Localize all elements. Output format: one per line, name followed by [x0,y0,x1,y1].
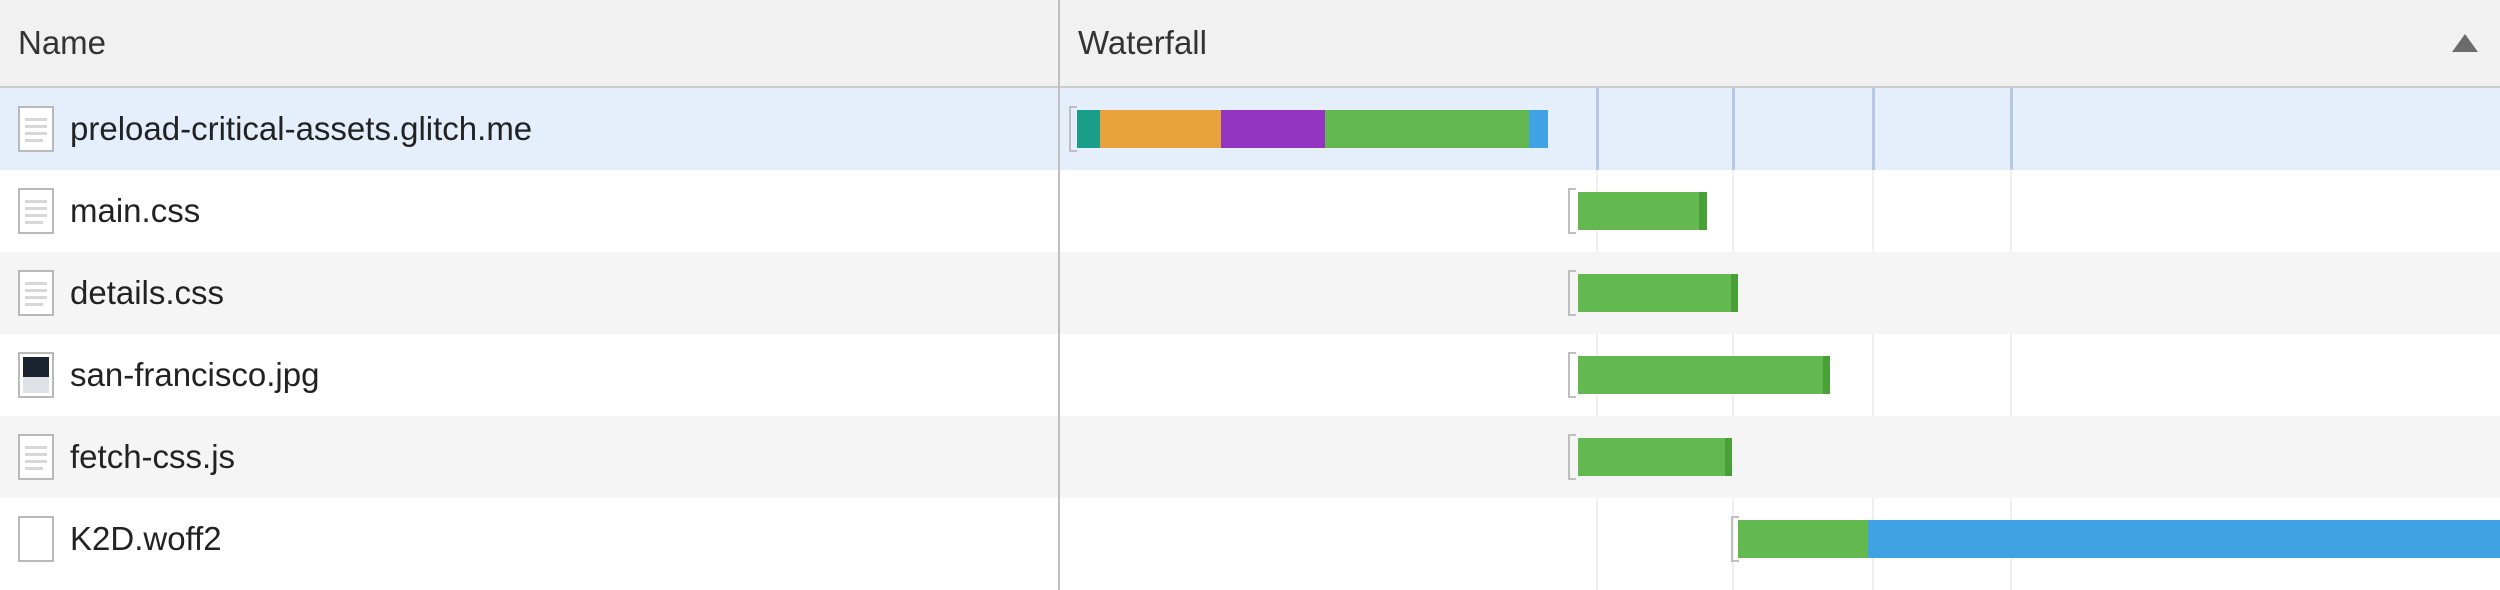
request-name: details.css [70,274,224,312]
gridline [1596,88,1599,170]
network-panel: Name preload-critical-assets.glitch.me ma… [0,0,2500,590]
document-file-icon [18,106,54,152]
document-file-icon [18,270,54,316]
name-column-header[interactable]: Name [0,0,1058,88]
waterfall-body [1060,88,2500,590]
queue-tick-icon [1568,352,1576,398]
timing-segment [1725,438,1732,476]
timing-segment [1100,110,1221,148]
timing-segment [1699,192,1706,230]
image-file-icon [18,352,54,398]
timing-segment [1823,356,1830,394]
queue-tick-icon [1069,106,1077,152]
queue-tick-icon [1568,434,1576,480]
waterfall-column-header[interactable]: Waterfall [1060,0,2500,88]
gridline [2010,88,2013,170]
request-name: K2D.woff2 [70,520,222,558]
name-column-label: Name [18,24,106,62]
timing-segment [1731,274,1738,312]
font-file-icon [18,516,54,562]
timing-segment [1221,110,1325,148]
timing-segment [1578,438,1725,476]
request-name: fetch-css.js [70,438,235,476]
gridline [1732,88,1735,170]
timing-bar[interactable] [1578,356,1830,394]
waterfall-row[interactable] [1060,88,2500,170]
timing-segment [1578,274,1731,312]
waterfall-row[interactable] [1060,416,2500,498]
waterfall-row[interactable] [1060,498,2500,580]
timing-bar[interactable] [1578,192,1706,230]
request-row[interactable]: san-francisco.jpg [0,334,1058,416]
waterfall-column-label: Waterfall [1078,24,1207,62]
waterfall-rows [1060,88,2500,580]
timing-segment [1578,192,1699,230]
request-row[interactable]: preload-critical-assets.glitch.me [0,88,1058,170]
request-row[interactable]: K2D.woff2 [0,498,1058,580]
waterfall-row[interactable] [1060,170,2500,252]
sort-asc-icon [2452,34,2478,52]
timing-segment [1738,520,1868,558]
timing-segment [1325,110,1529,148]
request-row[interactable]: fetch-css.js [0,416,1058,498]
request-name: preload-critical-assets.glitch.me [70,110,532,148]
request-name: san-francisco.jpg [70,356,319,394]
timing-segment [1578,356,1823,394]
document-file-icon [18,188,54,234]
timing-bar[interactable] [1578,438,1732,476]
timing-bar[interactable] [1077,110,1548,148]
waterfall-row[interactable] [1060,334,2500,416]
timing-segment [1868,520,2500,558]
document-file-icon [18,434,54,480]
queue-tick-icon [1568,270,1576,316]
gridline [1872,88,1875,170]
request-row[interactable]: main.css [0,170,1058,252]
request-name: main.css [70,192,200,230]
name-column: Name preload-critical-assets.glitch.me ma… [0,0,1060,590]
timing-bar[interactable] [1578,274,1738,312]
waterfall-row[interactable] [1060,252,2500,334]
request-row[interactable]: details.css [0,252,1058,334]
timing-segment [1529,110,1548,148]
queue-tick-icon [1568,188,1576,234]
timing-segment [1077,110,1100,148]
timing-bar[interactable] [1738,520,2500,558]
name-rows: preload-critical-assets.glitch.me main.cs… [0,88,1058,580]
waterfall-column: Waterfall [1060,0,2500,590]
